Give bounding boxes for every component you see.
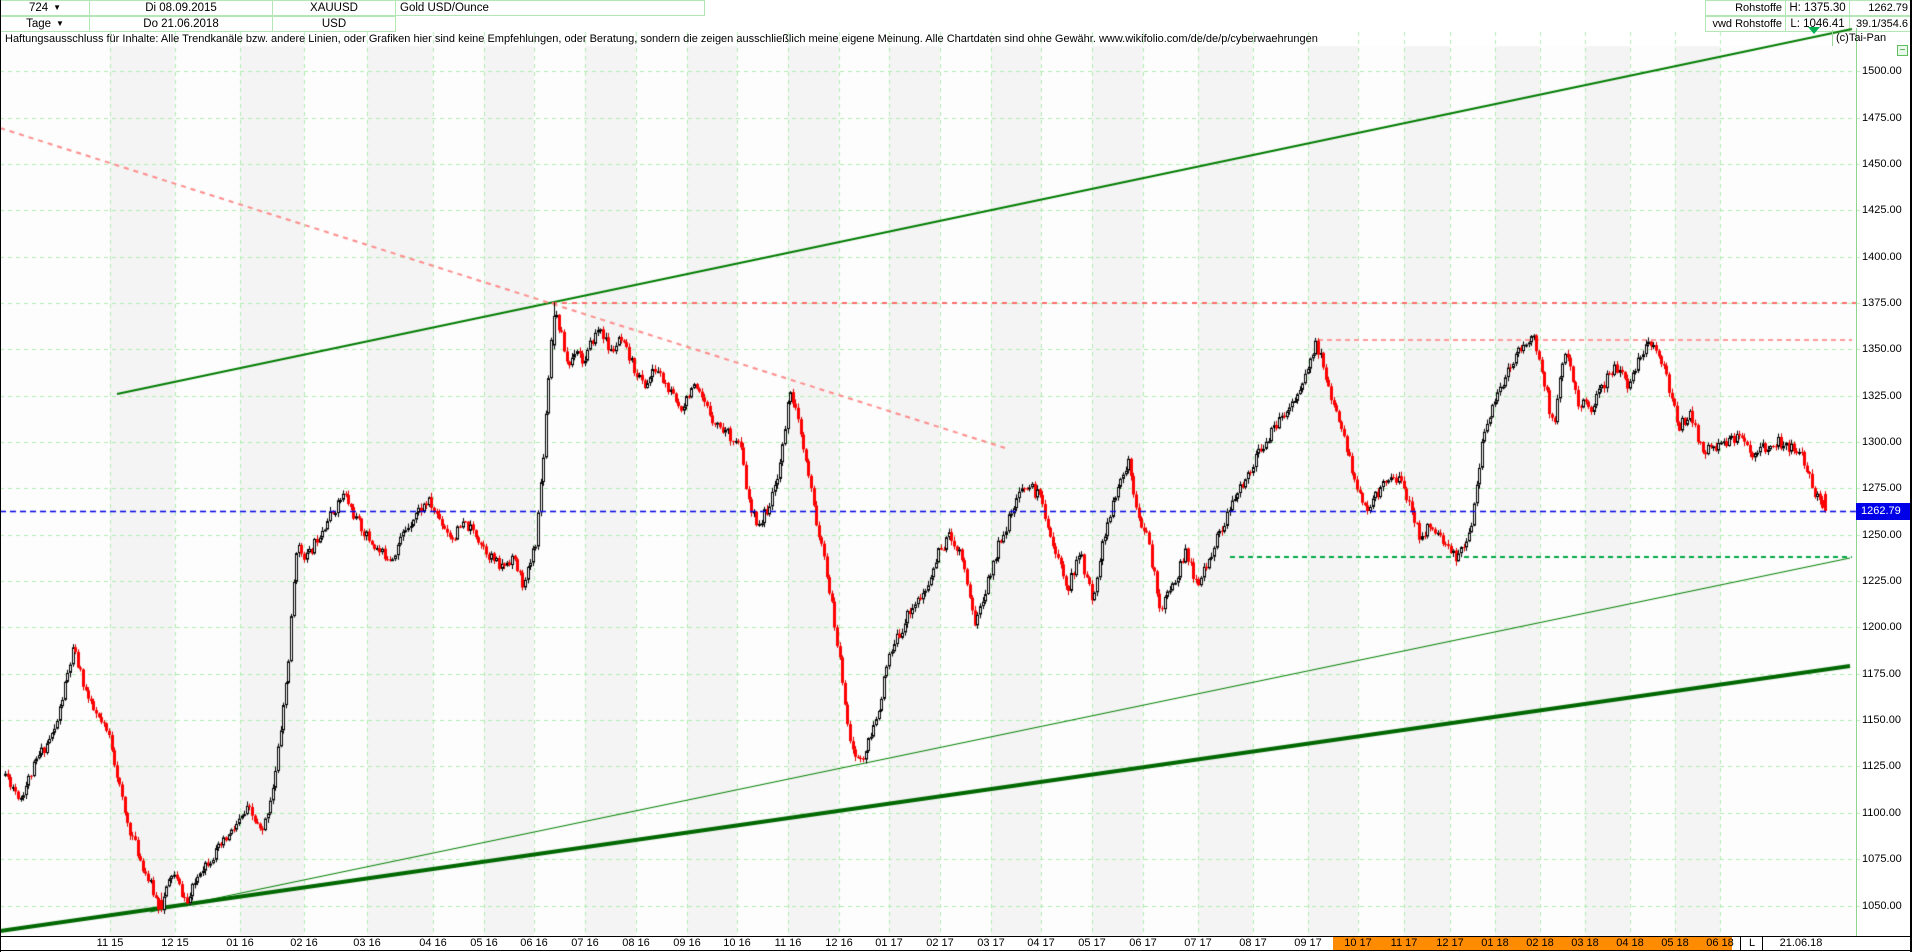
price-axis-label: 1500.00 bbox=[1862, 65, 1902, 77]
chart-canvas[interactable] bbox=[0, 0, 1912, 952]
month-axis-label: 11 15 bbox=[96, 937, 124, 949]
month-axis-label: 01 16 bbox=[226, 937, 254, 949]
month-axis-label: 04 18 bbox=[1616, 937, 1644, 949]
price-axis-label: 1100.00 bbox=[1862, 807, 1901, 819]
current-price-badge: 1262.79 bbox=[1856, 503, 1912, 520]
price-axis-label: 1325.00 bbox=[1862, 390, 1902, 402]
price-axis-label: 1200.00 bbox=[1862, 621, 1902, 633]
month-axis-label: 03 17 bbox=[977, 937, 1005, 949]
disclaimer-text: Haftungsausschluss für Inhalte: Alle Tre… bbox=[5, 33, 1318, 45]
divider bbox=[1832, 30, 1833, 46]
time-axis-border-bottom bbox=[0, 950, 1912, 951]
month-axis-label: 06 16 bbox=[520, 937, 548, 949]
month-axis-label: 01 18 bbox=[1481, 937, 1509, 949]
month-axis-label: 02 17 bbox=[926, 937, 954, 949]
price-axis-label: 1350.00 bbox=[1862, 343, 1902, 355]
price-axis-label: 1250.00 bbox=[1862, 529, 1902, 541]
month-axis-label: 04 16 bbox=[419, 937, 447, 949]
month-axis-label: 06 17 bbox=[1129, 937, 1157, 949]
month-axis-label: 08 17 bbox=[1239, 937, 1267, 949]
price-axis-label: 1450.00 bbox=[1862, 158, 1902, 170]
window-border-left bbox=[0, 0, 1, 952]
month-axis-label: 05 17 bbox=[1078, 937, 1106, 949]
month-axis-label: 03 16 bbox=[353, 937, 381, 949]
price-axis-label: 1400.00 bbox=[1862, 251, 1902, 263]
month-axis-label: 04 17 bbox=[1027, 937, 1055, 949]
divider bbox=[1740, 937, 1741, 950]
month-axis-label: 05 18 bbox=[1661, 937, 1689, 949]
price-axis-label: 1150.00 bbox=[1862, 714, 1901, 726]
month-axis-label: 01 17 bbox=[875, 937, 903, 949]
price-axis-label: 1275.00 bbox=[1862, 482, 1902, 494]
month-axis-label: 05 16 bbox=[470, 937, 498, 949]
price-axis-label: 1425.00 bbox=[1862, 204, 1902, 216]
month-axis-label: 02 16 bbox=[290, 937, 318, 949]
month-axis-label: 12 16 bbox=[825, 937, 853, 949]
price-axis-label: 1225.00 bbox=[1862, 575, 1902, 587]
taipan-chart-window: 724 ▼ Tage ▼ Di 08.09.2015 Do 21.06.2018… bbox=[0, 0, 1912, 952]
price-axis-label: 1050.00 bbox=[1862, 900, 1902, 912]
month-axis-label: 08 16 bbox=[622, 937, 650, 949]
trendline-exit-marker-icon bbox=[1808, 27, 1820, 34]
month-axis-label: 02 18 bbox=[1526, 937, 1554, 949]
price-axis-label: 1175.00 bbox=[1862, 668, 1901, 680]
price-axis-label: 1075.00 bbox=[1862, 853, 1902, 865]
month-axis-label: 03 18 bbox=[1571, 937, 1599, 949]
month-axis-label: 11 17 bbox=[1390, 937, 1418, 949]
price-axis-line bbox=[1856, 28, 1857, 936]
month-axis-label: 12 15 bbox=[161, 937, 189, 949]
month-axis-label: 07 16 bbox=[571, 937, 599, 949]
price-axis-label: 1125.00 bbox=[1862, 760, 1901, 772]
collapse-panel-icon[interactable]: − bbox=[1897, 45, 1908, 56]
month-axis-label: 10 17 bbox=[1344, 937, 1372, 949]
month-axis-label: 11 16 bbox=[774, 937, 802, 949]
month-axis-label: 09 17 bbox=[1294, 937, 1322, 949]
price-axis-label: 1475.00 bbox=[1862, 112, 1902, 124]
price-axis-label: 1300.00 bbox=[1862, 436, 1902, 448]
divider bbox=[1762, 937, 1763, 950]
month-axis-label: 12 17 bbox=[1436, 937, 1464, 949]
last-date-label: 21.06.18 bbox=[1779, 937, 1823, 949]
month-axis-label: 06 18 bbox=[1706, 937, 1734, 949]
month-axis-label: 10 16 bbox=[723, 937, 751, 949]
price-axis-label: 1375.00 bbox=[1862, 297, 1902, 309]
month-axis-label: 09 16 bbox=[673, 937, 701, 949]
last-marker-label: L bbox=[1748, 937, 1756, 949]
copyright-label: (c)Tai-Pan bbox=[1836, 32, 1887, 44]
month-axis-label: 07 17 bbox=[1184, 937, 1212, 949]
